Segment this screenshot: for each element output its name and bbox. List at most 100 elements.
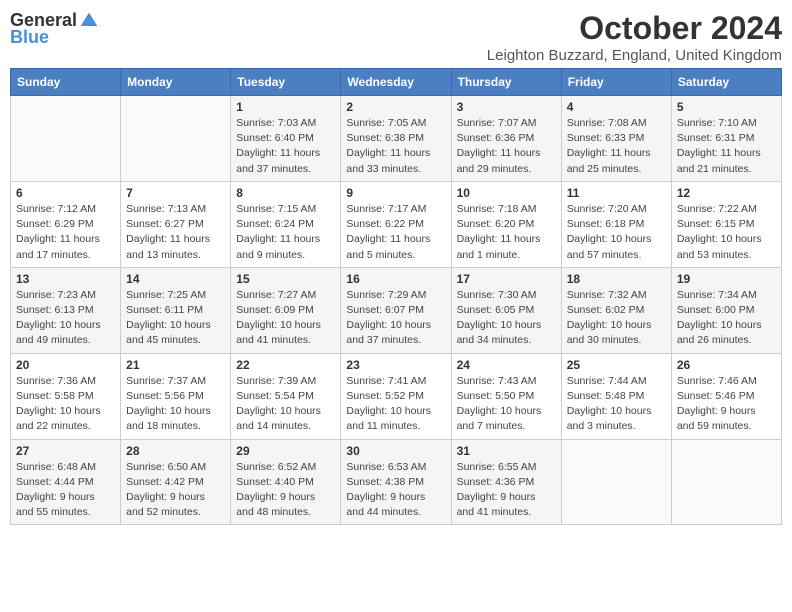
day-info: Sunrise: 7:46 AMSunset: 5:46 PMDaylight:… [677,374,776,435]
day-info: Sunrise: 7:29 AMSunset: 6:07 PMDaylight:… [346,288,445,349]
calendar-cell: 20 Sunrise: 7:36 AMSunset: 5:58 PMDayligh… [11,353,121,439]
logo: General Blue [10,10,99,48]
calendar-cell: 14 Sunrise: 7:25 AMSunset: 6:11 PMDayligh… [121,267,231,353]
page-header: General Blue October 2024 Leighton Buzza… [10,10,782,64]
calendar-cell: 29 Sunrise: 6:52 AMSunset: 4:40 PMDayligh… [231,439,341,525]
day-number: 31 [457,444,556,458]
day-info: Sunrise: 7:36 AMSunset: 5:58 PMDaylight:… [16,374,115,435]
day-info: Sunrise: 7:27 AMSunset: 6:09 PMDaylight:… [236,288,335,349]
calendar-cell: 19 Sunrise: 7:34 AMSunset: 6:00 PMDayligh… [671,267,781,353]
calendar-cell: 17Sunrise: 7:30 AMSunset: 6:05 PMDayligh… [451,267,561,353]
day-number: 12 [677,186,776,200]
day-info: Sunrise: 7:41 AMSunset: 5:52 PMDaylight:… [346,374,445,435]
calendar-cell: 15 Sunrise: 7:27 AMSunset: 6:09 PMDayligh… [231,267,341,353]
day-number: 4 [567,100,666,114]
calendar-cell: 1 Sunrise: 7:03 AMSunset: 6:40 PMDaylight… [231,96,341,182]
day-info: Sunrise: 7:10 AMSunset: 6:31 PMDaylight:… [677,116,776,177]
day-info: Sunrise: 7:25 AMSunset: 6:11 PMDaylight:… [126,288,225,349]
calendar-cell [561,439,671,525]
day-number: 19 [677,272,776,286]
day-number: 11 [567,186,666,200]
calendar-cell: 6Sunrise: 7:12 AMSunset: 6:29 PMDaylight… [11,181,121,267]
day-info: Sunrise: 7:12 AMSunset: 6:29 PMDaylight:… [16,202,115,263]
calendar-cell: 24 Sunrise: 7:43 AMSunset: 5:50 PMDayligh… [451,353,561,439]
day-number: 18 [567,272,666,286]
day-number: 5 [677,100,776,114]
calendar-cell: 10 Sunrise: 7:18 AMSunset: 6:20 PMDayligh… [451,181,561,267]
day-info: Sunrise: 6:48 AMSunset: 4:44 PMDaylight:… [16,460,115,521]
day-info: Sunrise: 7:05 AMSunset: 6:38 PMDaylight:… [346,116,445,177]
location-subtitle: Leighton Buzzard, England, United Kingdo… [487,47,782,64]
day-number: 8 [236,186,335,200]
calendar-cell: 5 Sunrise: 7:10 AMSunset: 6:31 PMDaylight… [671,96,781,182]
calendar-cell: 16 Sunrise: 7:29 AMSunset: 6:07 PMDayligh… [341,267,451,353]
calendar-cell: 25Sunrise: 7:44 AMSunset: 5:48 PMDayligh… [561,353,671,439]
day-info: Sunrise: 7:30 AMSunset: 6:05 PMDaylight:… [457,288,556,349]
calendar-cell [671,439,781,525]
calendar-table: Sunday Monday Tuesday Wednesday Thursday… [10,68,782,525]
day-info: Sunrise: 6:50 AMSunset: 4:42 PMDaylight:… [126,460,225,521]
day-info: Sunrise: 7:22 AMSunset: 6:15 PMDaylight:… [677,202,776,263]
day-info: Sunrise: 7:18 AMSunset: 6:20 PMDaylight:… [457,202,556,263]
day-number: 29 [236,444,335,458]
day-number: 20 [16,358,115,372]
calendar-cell: 22Sunrise: 7:39 AMSunset: 5:54 PMDayligh… [231,353,341,439]
col-sunday: Sunday [11,69,121,96]
calendar-week-row: 13 Sunrise: 7:23 AMSunset: 6:13 PMDayligh… [11,267,782,353]
day-number: 23 [346,358,445,372]
calendar-cell: 11 Sunrise: 7:20 AMSunset: 6:18 PMDayligh… [561,181,671,267]
calendar-cell: 31 Sunrise: 6:55 AMSunset: 4:36 PMDayligh… [451,439,561,525]
logo-icon [79,11,99,31]
day-number: 3 [457,100,556,114]
day-number: 10 [457,186,556,200]
col-thursday: Thursday [451,69,561,96]
day-number: 24 [457,358,556,372]
day-number: 27 [16,444,115,458]
calendar-header-row: Sunday Monday Tuesday Wednesday Thursday… [11,69,782,96]
day-info: Sunrise: 7:03 AMSunset: 6:40 PMDaylight:… [236,116,335,177]
day-info: Sunrise: 7:08 AMSunset: 6:33 PMDaylight:… [567,116,666,177]
day-info: Sunrise: 7:43 AMSunset: 5:50 PMDaylight:… [457,374,556,435]
calendar-cell: 27 Sunrise: 6:48 AMSunset: 4:44 PMDayligh… [11,439,121,525]
day-info: Sunrise: 7:34 AMSunset: 6:00 PMDaylight:… [677,288,776,349]
day-info: Sunrise: 7:20 AMSunset: 6:18 PMDaylight:… [567,202,666,263]
calendar-cell: 18Sunrise: 7:32 AMSunset: 6:02 PMDayligh… [561,267,671,353]
col-wednesday: Wednesday [341,69,451,96]
day-info: Sunrise: 7:07 AMSunset: 6:36 PMDaylight:… [457,116,556,177]
col-saturday: Saturday [671,69,781,96]
col-monday: Monday [121,69,231,96]
calendar-cell: 9Sunrise: 7:17 AMSunset: 6:22 PMDaylight… [341,181,451,267]
day-info: Sunrise: 6:52 AMSunset: 4:40 PMDaylight:… [236,460,335,521]
day-number: 30 [346,444,445,458]
day-info: Sunrise: 7:15 AMSunset: 6:24 PMDaylight:… [236,202,335,263]
day-number: 1 [236,100,335,114]
day-number: 14 [126,272,225,286]
col-tuesday: Tuesday [231,69,341,96]
calendar-week-row: 27 Sunrise: 6:48 AMSunset: 4:44 PMDayligh… [11,439,782,525]
day-info: Sunrise: 7:13 AMSunset: 6:27 PMDaylight:… [126,202,225,263]
calendar-week-row: 20 Sunrise: 7:36 AMSunset: 5:58 PMDayligh… [11,353,782,439]
logo-blue-text: Blue [10,27,49,48]
col-friday: Friday [561,69,671,96]
calendar-cell: 21Sunrise: 7:37 AMSunset: 5:56 PMDayligh… [121,353,231,439]
day-number: 15 [236,272,335,286]
calendar-week-row: 1 Sunrise: 7:03 AMSunset: 6:40 PMDaylight… [11,96,782,182]
day-info: Sunrise: 6:55 AMSunset: 4:36 PMDaylight:… [457,460,556,521]
day-info: Sunrise: 7:23 AMSunset: 6:13 PMDaylight:… [16,288,115,349]
calendar-cell: 30Sunrise: 6:53 AMSunset: 4:38 PMDayligh… [341,439,451,525]
calendar-cell [121,96,231,182]
day-number: 2 [346,100,445,114]
calendar-cell: 8 Sunrise: 7:15 AMSunset: 6:24 PMDaylight… [231,181,341,267]
month-title: October 2024 [487,10,782,47]
day-number: 13 [16,272,115,286]
calendar-week-row: 6Sunrise: 7:12 AMSunset: 6:29 PMDaylight… [11,181,782,267]
title-block: October 2024 Leighton Buzzard, England, … [487,10,782,64]
calendar-cell: 23 Sunrise: 7:41 AMSunset: 5:52 PMDayligh… [341,353,451,439]
calendar-cell: 4 Sunrise: 7:08 AMSunset: 6:33 PMDaylight… [561,96,671,182]
day-number: 28 [126,444,225,458]
day-number: 16 [346,272,445,286]
calendar-cell: 3 Sunrise: 7:07 AMSunset: 6:36 PMDaylight… [451,96,561,182]
calendar-cell: 2 Sunrise: 7:05 AMSunset: 6:38 PMDaylight… [341,96,451,182]
day-info: Sunrise: 7:17 AMSunset: 6:22 PMDaylight:… [346,202,445,263]
day-number: 21 [126,358,225,372]
